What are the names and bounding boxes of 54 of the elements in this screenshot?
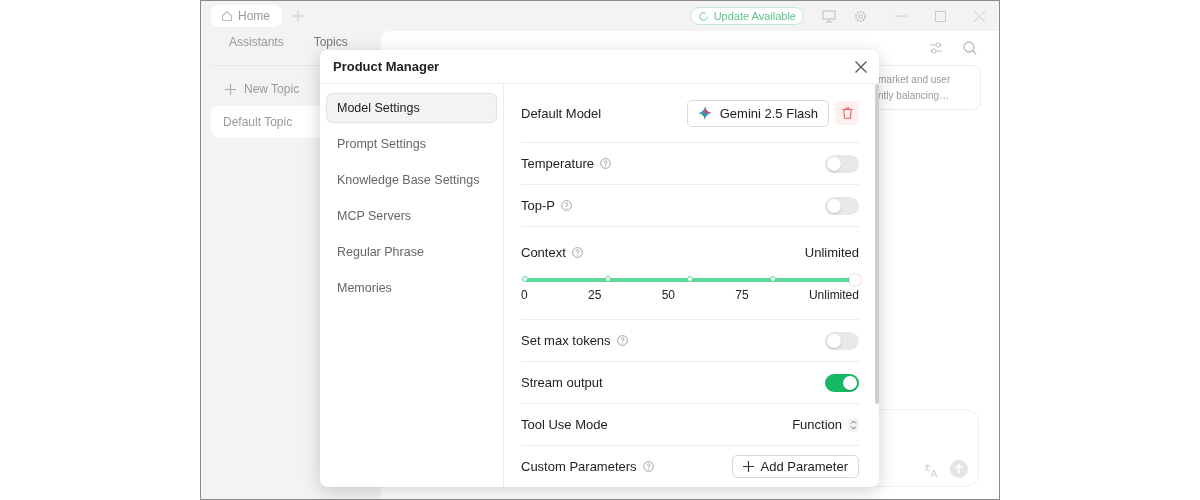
- setting-label: Top-P: [521, 198, 555, 213]
- home-icon: [221, 10, 233, 22]
- toggle-switch[interactable]: [825, 331, 859, 350]
- settings-nav-item[interactable]: Knowledge Base Settings: [326, 165, 497, 195]
- preview-text: ntly balancing…: [878, 90, 951, 101]
- tool-mode-select[interactable]: Function: [792, 417, 859, 432]
- toggle-switch[interactable]: [825, 196, 859, 215]
- sidebar-tab[interactable]: Topics: [313, 35, 348, 49]
- chevron-updown-icon: [848, 417, 859, 432]
- plus-icon: [225, 83, 236, 95]
- settings-nav-item[interactable]: Memories: [326, 273, 497, 303]
- search-icon[interactable]: [963, 41, 977, 55]
- setting-label: Default Model: [521, 105, 602, 121]
- plus-icon: [742, 461, 754, 472]
- model-select-button[interactable]: Gemini 2.5 Flash: [686, 99, 829, 127]
- setting-label: Custom Parameters: [521, 459, 637, 474]
- translate-icon[interactable]: [923, 463, 938, 478]
- close-icon[interactable]: [855, 60, 867, 73]
- slider-tick-label: 75: [735, 287, 749, 302]
- maximize-icon[interactable]: [935, 10, 946, 22]
- sparkle-icon: [697, 106, 712, 120]
- setting-label: Set max tokens: [521, 333, 611, 348]
- sliders-icon[interactable]: [929, 41, 943, 55]
- slider-tick-label: 50: [661, 287, 675, 302]
- add-parameter-button[interactable]: Add Parameter: [731, 455, 859, 478]
- send-icon[interactable]: [950, 460, 968, 478]
- toggle-switch[interactable]: [825, 154, 859, 173]
- context-value: Unlimited: [804, 244, 859, 260]
- help-icon[interactable]: [642, 461, 654, 472]
- refresh-icon: [697, 10, 709, 22]
- help-icon[interactable]: [600, 158, 611, 169]
- settings-nav-item[interactable]: MCP Servers: [326, 201, 497, 231]
- preview-text: market and user: [878, 74, 952, 85]
- slider-tick-label: Unlimited: [808, 287, 859, 302]
- setting-label: Tool Use Mode: [521, 417, 608, 432]
- settings-nav-item[interactable]: Regular Phrase: [326, 237, 497, 267]
- setting-label: Stream output: [521, 375, 603, 390]
- monitor-icon[interactable]: [822, 9, 836, 23]
- slider-tick-label: 25: [588, 287, 602, 302]
- trash-icon: [841, 107, 853, 119]
- new-topic-label: New Topic: [244, 82, 300, 96]
- setting-label: Context: [521, 244, 566, 260]
- delete-button[interactable]: [835, 101, 859, 125]
- slider-handle[interactable]: [849, 273, 861, 286]
- dialog-title: Product Manager: [333, 59, 440, 74]
- settings-icon[interactable]: [854, 9, 867, 23]
- slider-tick-label: 0: [521, 287, 528, 302]
- help-icon[interactable]: [616, 335, 628, 346]
- setting-label: Temperature: [521, 156, 594, 171]
- settings-nav-item[interactable]: Model Settings: [326, 93, 497, 123]
- add-tab-icon[interactable]: [292, 10, 304, 22]
- help-icon[interactable]: [571, 246, 583, 258]
- toggle-switch[interactable]: [825, 373, 859, 392]
- help-icon[interactable]: [560, 200, 572, 211]
